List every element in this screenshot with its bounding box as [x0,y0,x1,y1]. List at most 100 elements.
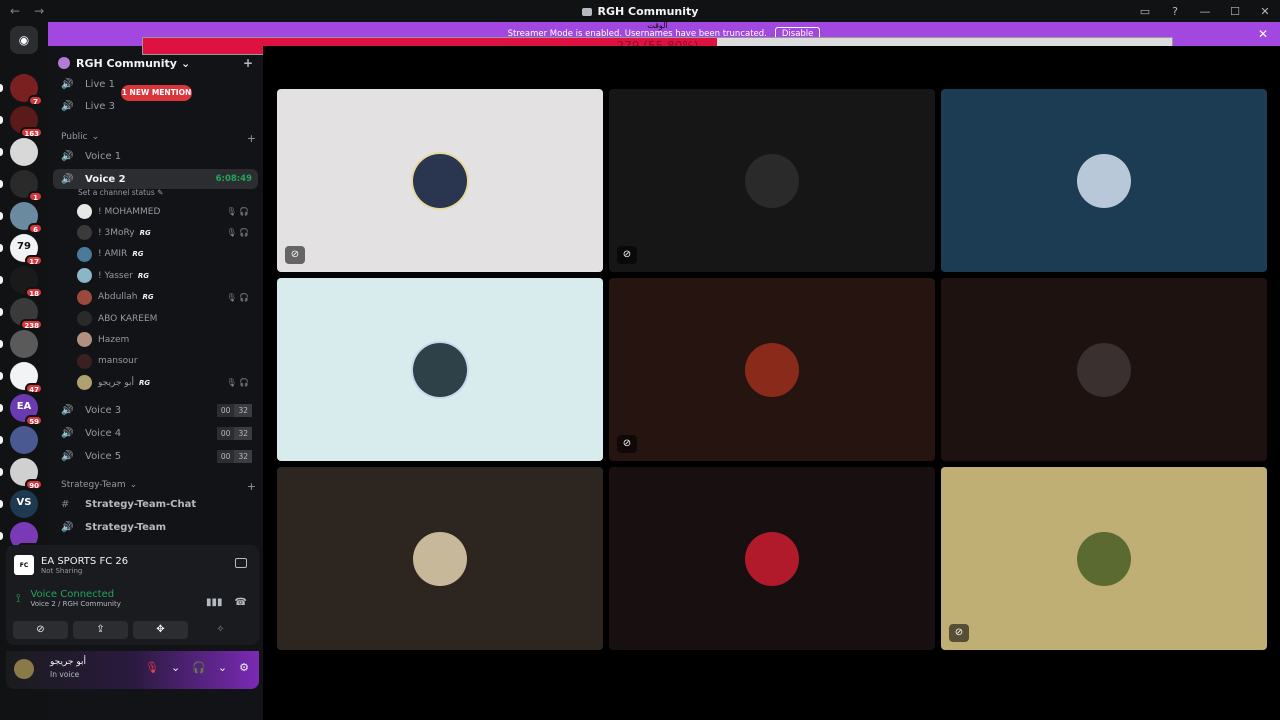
deafen-icon[interactable]: 🎧 [192,661,206,674]
voice-channel-voice-2[interactable]: 🔊 Voice 2 6:08:49 [53,169,258,189]
audio-options-chevron-icon[interactable]: ⌄ [218,661,227,674]
unread-indicator [0,532,3,540]
voice-member[interactable]: ! 3MoRy RG 🎙 🎧 [77,224,257,241]
close-button[interactable]: ✕ [1250,5,1280,18]
unread-indicator [0,404,3,412]
voice-connected-channel[interactable]: Voice 2 / RGH Community [30,600,120,608]
new-mention-pill[interactable]: 1 NEW MENTION [121,85,192,101]
maximize-button[interactable]: ☐ [1220,5,1250,18]
server-icon[interactable]: 6 [10,202,43,234]
server-icon[interactable]: 1 [10,170,43,202]
member-name: ABO KAREEM [98,313,158,324]
server-icon[interactable]: 163 [10,106,43,138]
voice-connection: ⟟ Voice Connected Voice 2 / RGH Communit… [16,589,121,608]
muted-deafened-icon: 🎙 🎧 [226,207,249,216]
back-arrow-icon[interactable]: ← [10,4,20,18]
speaker-icon: 🔊 [61,404,74,416]
camera-off-icon: ⊘ [285,246,305,264]
voice-member[interactable]: Abdullah RG 🎙 🎧 [77,289,257,306]
participant-tile[interactable]: ⊘ [609,278,935,461]
voice-member[interactable]: mansour [77,353,257,370]
voice-channel-voice-4[interactable]: 🔊 Voice 4 00 32 [53,423,258,443]
screen-share-icon[interactable] [235,558,247,568]
role-tag: RG [137,271,149,280]
voice-channel-voice-5[interactable]: 🔊 Voice 5 00 32 [53,446,258,466]
participant-tile[interactable] [941,89,1267,272]
title-bar: ← → RGH Community ▭ ? — ☐ ✕ [0,0,1280,22]
server-icon[interactable] [10,426,38,454]
voice-member[interactable]: ! AMIR RG [77,246,257,263]
gear-icon[interactable]: ⚙ [239,661,249,674]
voice-member[interactable]: ABO KAREEM [77,310,257,327]
unread-badge: 17 [25,255,43,266]
role-tag: RG [142,293,154,302]
guild-header[interactable]: RGH Community ⌄ + [58,54,253,72]
help-icon[interactable]: ? [1160,5,1190,18]
discord-home-icon[interactable]: ◉ [10,26,38,54]
avatar[interactable] [14,659,34,679]
server-icon[interactable]: 18 [10,266,43,298]
participant-tile[interactable] [277,278,603,461]
server-icon[interactable] [10,330,38,358]
channel-name: Voice 1 [85,150,122,162]
close-icon[interactable]: ✕ [1258,27,1268,41]
member-name: ! Yasser [98,270,133,281]
voice-member[interactable]: Hazem [77,331,257,348]
category-name: Strategy-Team [61,480,126,490]
game-activity: FC EA SPORTS FC 26 Not Sharing [14,555,128,575]
add-channel-icon[interactable]: + [247,132,256,145]
participant-tile[interactable]: ⊘ [609,89,935,272]
channel-name: Live 3 [85,100,115,112]
voice-member[interactable]: أبو جريجو RG 🎙 🎧 [77,374,257,391]
server-icon[interactable]: 238 [10,298,43,330]
invite-people-icon[interactable]: + [243,56,253,70]
activities-button[interactable]: ✥ [133,621,188,639]
server-icon[interactable]: 79 17 [10,234,43,266]
mic-options-chevron-icon[interactable]: ⌄ [171,661,180,674]
server-icon[interactable]: 47 [10,362,43,394]
share-screen-button[interactable]: ⇪ [73,621,128,639]
member-name: ! 3MoRy [98,227,135,238]
category-public[interactable]: Public ⌄ + [61,132,256,145]
muted-deafened-icon: 🎙 🎧 [226,378,249,388]
camera-button[interactable]: ⊘ [13,621,68,639]
avatar [77,246,92,262]
voice-member[interactable]: ! Yasser RG [77,267,257,284]
game-logo: FC [14,555,34,575]
add-channel-icon[interactable]: + [247,480,256,493]
category-strategy-team[interactable]: Strategy-Team ⌄ + [61,480,256,493]
participant-tile[interactable] [609,467,935,650]
channel-name: Voice 3 [85,404,122,416]
speaker-icon: 🔊 [61,150,74,162]
participant-tile[interactable] [941,278,1267,461]
server-icon[interactable] [10,138,38,166]
server-icon[interactable]: VS [10,490,38,518]
strategy-channel[interactable]: # Strategy-Team-Chat [53,494,258,514]
participant-tile[interactable]: ⊘ [941,467,1267,650]
participant-tile[interactable]: ⊘ [277,89,603,272]
participant-avatar [745,153,799,208]
server-icon[interactable]: EA 59 [10,394,43,426]
strategy-channel[interactable]: 🔊 Strategy-Team [53,517,258,537]
participant-avatar [745,342,799,397]
forward-arrow-icon[interactable]: → [34,4,44,18]
noise-suppression-icon[interactable]: ▮▮▮ [206,597,223,608]
mute-mic-icon[interactable]: 🎙 [145,661,159,674]
user-panel: أبو جريجو In voice 🎙 ⌄ 🎧 ⌄ ⚙ [6,651,259,689]
user-name: أبو جريجو [50,657,87,667]
disconnect-icon[interactable]: ☎ [235,597,247,608]
server-icon[interactable]: 90 [10,458,43,490]
soundboard-button[interactable]: ✧ [193,621,248,639]
server-label: EA [16,401,32,412]
participant-tile[interactable] [277,467,603,650]
user-limit: 32 [234,426,252,440]
voice-channel-voice-1[interactable]: 🔊 Voice 1 [53,146,258,166]
voice-channel-voice-3[interactable]: 🔊 Voice 3 00 32 [53,400,258,420]
inbox-icon[interactable]: ▭ [1130,5,1160,18]
voice-member[interactable]: ! MOHAMMED 🎙 🎧 [77,203,257,220]
speaker-icon: 🔊 [61,173,74,185]
server-icon[interactable]: 7 [10,74,43,106]
signal-icon[interactable]: ⟟ [16,591,20,606]
channel-status-hint[interactable]: Set a channel status ✎ [78,188,163,197]
minimize-button[interactable]: — [1190,5,1220,18]
